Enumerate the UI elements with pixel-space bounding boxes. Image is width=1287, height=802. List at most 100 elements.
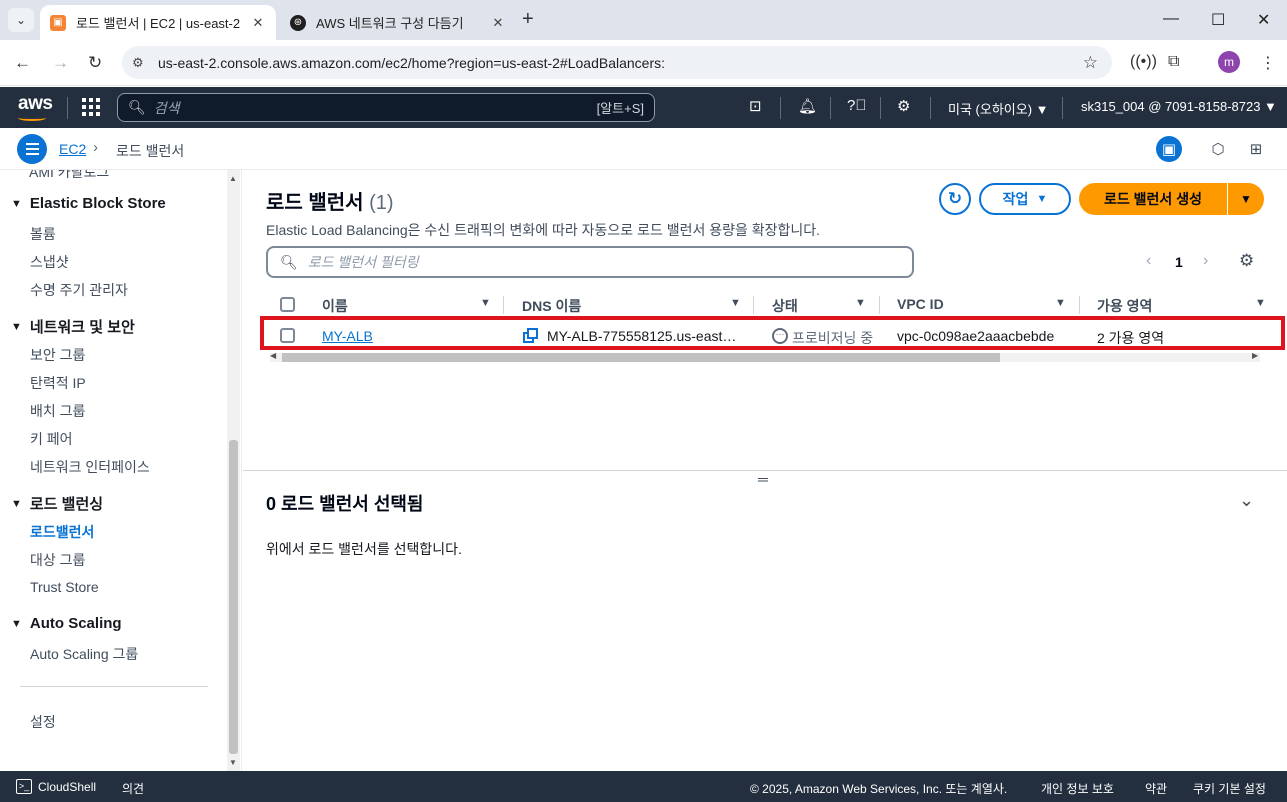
browser-tab-active[interactable]: ▣ 로드 밸런서 | EC2 | us-east-2 ✕ [40,5,276,40]
sidebar-item-target-groups[interactable]: 대상 그룹 [30,550,85,570]
account-menu[interactable]: sk315_004 @ 7091-8158-8723 ▼ [1081,99,1277,114]
sidebar-divider [20,686,208,687]
terms-link[interactable]: 약관 [1145,780,1167,797]
scroll-right-icon[interactable]: ▶ [1252,351,1258,360]
sidebar-item-trust-store[interactable]: Trust Store [30,579,99,595]
table-horizontal-scrollbar[interactable]: ◀ ▶ [270,351,1260,363]
pagination-next-icon[interactable]: › [1203,252,1208,270]
sidebar-item-settings[interactable]: 설정 [30,712,56,732]
reload-icon[interactable]: ↻ [88,53,102,73]
side-nav-toggle-button[interactable] [17,134,47,164]
scroll-up-icon[interactable]: ▲ [229,174,237,183]
split-panel-text: 위에서 로드 밸런서를 선택합니다. [266,541,462,557]
sidebar-item-elastic-ip[interactable]: 탄력적 IP [30,373,86,393]
nav-divider [930,97,931,119]
tab-search-button[interactable]: ⌄ [8,8,34,32]
side-navigation: AMI 카탈로그 ▼ Elastic Block Store 볼륨 스냅샷 수명… [0,170,242,771]
sort-caret-icon[interactable]: ▼ [480,297,491,309]
column-header-az[interactable]: 가용 영역 [1097,296,1152,316]
settings-gear-icon[interactable]: ⚙ [897,97,910,115]
split-panel-resize-handle[interactable]: ═ [758,472,768,486]
sidebar-section-auto-scaling[interactable]: ▼ Auto Scaling [11,615,122,632]
pagination-page-number[interactable]: 1 [1175,254,1183,270]
sidebar-item-placement-groups[interactable]: 배치 그룹 [30,401,85,421]
sidebar-item-load-balancers[interactable]: 로드밸런서 [30,522,94,542]
close-window-icon[interactable]: ✕ [1257,10,1270,30]
aws-logo-smile [18,115,46,121]
maximize-icon[interactable]: ☐ [1211,10,1225,30]
bookmark-star-icon[interactable]: ☆ [1083,53,1098,73]
breadcrumb-bar: EC2 › 로드 밸런서 ▣ ⬡ ⊞ [0,128,1287,170]
tutorial-panel-icon[interactable]: ⊞ [1243,136,1269,162]
sort-caret-icon[interactable]: ▼ [730,297,741,309]
extension-icon[interactable]: ((•)) [1130,53,1157,71]
column-header-status[interactable]: 상태 [772,296,798,316]
column-divider[interactable] [753,296,754,314]
site-info-icon[interactable]: ⚙ [132,55,148,71]
scrollbar-thumb[interactable] [282,353,1000,362]
close-tab-icon[interactable]: ✕ [250,15,266,31]
sort-caret-icon[interactable]: ▼ [1055,297,1066,309]
sidebar-item-ami-catalog[interactable]: AMI 카탈로그 [29,170,109,182]
column-divider[interactable] [503,296,504,314]
scroll-left-icon[interactable]: ◀ [270,351,276,360]
table-preferences-gear-icon[interactable]: ⚙ [1239,251,1254,271]
help-icon[interactable]: ?⃝ [847,97,867,114]
cloudshell-icon[interactable]: >_ [16,779,32,794]
chevron-down-icon[interactable]: ⌄ [1239,490,1254,511]
pagination-prev-icon[interactable]: ‹ [1146,252,1151,270]
search-input[interactable]: 🔍︎ 검색 [알트+S] [117,93,655,122]
search-shortcut: [알트+S] [596,101,644,116]
sidebar-item-key-pairs[interactable]: 키 페어 [30,429,73,449]
notifications-bell-icon[interactable]: 🔔︎ [798,97,817,115]
sort-caret-icon[interactable]: ▼ [855,297,866,309]
column-header-dns[interactable]: DNS 이름 [522,296,581,316]
cloudshell-link[interactable]: CloudShell [38,780,96,794]
close-tab-icon[interactable]: ✕ [490,15,506,31]
create-options-dropdown[interactable]: ▼ [1228,183,1264,215]
split-panel-icon[interactable]: ▣ [1156,136,1182,162]
sidebar-item-network-interfaces[interactable]: 네트워크 인터페이스 [30,457,150,477]
sidebar-section-title: Auto Scaling [29,615,122,632]
resource-hexagon-icon[interactable]: ⬡ [1205,136,1231,162]
create-load-balancer-button[interactable]: 로드 밸런서 생성 [1079,183,1227,215]
sort-caret-icon[interactable]: ▼ [1255,297,1266,309]
sidebar-section-network-security[interactable]: ▼ 네트워크 및 보안 [11,316,135,337]
cloudshell-icon[interactable]: ⊡ [749,97,762,115]
breadcrumb-ec2-link[interactable]: EC2 [59,141,86,157]
select-all-checkbox[interactable] [280,297,295,312]
region-selector[interactable]: 미국 (오하이오) ▼ [948,99,1049,118]
filter-input[interactable]: 🔍︎ 로드 밸런서 필터링 [266,246,914,278]
feedback-link[interactable]: 의견 [122,780,144,797]
browser-menu-icon[interactable]: ⋮ [1260,53,1276,73]
actions-dropdown-button[interactable]: 작업 ▼ [979,183,1071,215]
back-icon[interactable]: ← [14,53,31,73]
refresh-button[interactable]: ↻ [939,183,971,215]
profile-avatar[interactable]: m [1218,51,1240,73]
sidebar-section-load-balancing[interactable]: ▼ 로드 밸런싱 [11,493,103,514]
sidebar-item-snapshots[interactable]: 스냅샷 [30,252,69,272]
services-grid-icon[interactable] [82,98,100,116]
new-tab-button[interactable]: + [522,8,534,30]
aws-logo[interactable]: aws [18,93,53,115]
nav-divider [830,97,831,119]
scroll-down-icon[interactable]: ▼ [229,758,237,767]
column-header-name[interactable]: 이름 [322,296,348,316]
browser-tab-inactive[interactable]: ⊛ AWS 네트워크 구성 다듬기 ✕ [280,5,516,40]
extensions-puzzle-icon[interactable]: ⧉ [1168,53,1179,71]
sidebar-section-ebs[interactable]: ▼ Elastic Block Store [11,195,166,212]
sidebar-item-security-groups[interactable]: 보안 그룹 [30,345,85,365]
cookie-preferences-link[interactable]: 쿠키 기본 설정 [1193,780,1266,797]
caret-down-icon: ▼ [11,320,22,333]
column-header-vpc[interactable]: VPC ID [897,296,944,312]
sidebar-item-volumes[interactable]: 볼륨 [30,224,56,244]
forward-icon[interactable]: → [52,53,69,73]
column-divider[interactable] [1079,296,1080,314]
sidebar-scrollbar-thumb[interactable] [229,440,238,754]
address-bar[interactable]: ⚙ us-east-2.console.aws.amazon.com/ec2/h… [122,46,1112,79]
minimize-icon[interactable]: — [1163,10,1179,28]
privacy-link[interactable]: 개인 정보 보호 [1041,780,1114,797]
column-divider[interactable] [879,296,880,314]
sidebar-item-auto-scaling-groups[interactable]: Auto Scaling 그룹 [30,644,138,664]
sidebar-item-lifecycle-manager[interactable]: 수명 주기 관리자 [30,280,128,300]
